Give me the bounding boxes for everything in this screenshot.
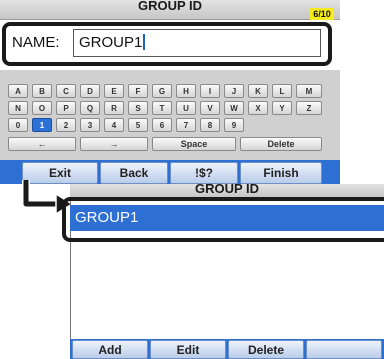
key-g[interactable]: G [152, 84, 172, 98]
key-o[interactable]: O [32, 101, 52, 115]
key-y[interactable]: Y [272, 101, 292, 115]
key-w[interactable]: W [224, 101, 244, 115]
key-z[interactable]: Z [296, 101, 322, 115]
add-softkey[interactable]: Add [72, 340, 148, 359]
key-d[interactable]: D [80, 84, 100, 98]
space-key[interactable]: Space [152, 137, 236, 151]
key-4[interactable]: 4 [104, 118, 124, 132]
cursor-left-key[interactable]: ← [8, 137, 76, 151]
key-a[interactable]: A [8, 84, 28, 98]
key-r[interactable]: R [104, 101, 124, 115]
key-h[interactable]: H [176, 84, 196, 98]
key-t[interactable]: T [152, 101, 172, 115]
key-p[interactable]: P [56, 101, 76, 115]
name-input[interactable]: GROUP1 [73, 29, 321, 57]
name-input-value: GROUP1 [79, 34, 143, 51]
delete-key[interactable]: Delete [240, 137, 322, 151]
key-s[interactable]: S [128, 101, 148, 115]
key-m[interactable]: M [296, 84, 322, 98]
key-c[interactable]: C [56, 84, 76, 98]
character-counter-badge: 6/10 [310, 8, 334, 20]
key-k[interactable]: K [248, 84, 268, 98]
key-n[interactable]: N [8, 101, 28, 115]
symbols-softkey[interactable]: !$? [170, 162, 238, 184]
key-7[interactable]: 7 [176, 118, 196, 132]
text-cursor [143, 34, 146, 50]
key-0[interactable]: 0 [8, 118, 28, 132]
key-1-selected[interactable]: 1 [32, 118, 52, 132]
empty-softkey[interactable] [306, 340, 382, 359]
key-f[interactable]: F [128, 84, 148, 98]
key-u[interactable]: U [176, 101, 196, 115]
key-8[interactable]: 8 [200, 118, 220, 132]
cursor-right-key[interactable]: → [80, 137, 148, 151]
key-9[interactable]: 9 [224, 118, 244, 132]
key-5[interactable]: 5 [128, 118, 148, 132]
key-x[interactable]: X [248, 101, 268, 115]
key-6[interactable]: 6 [152, 118, 172, 132]
key-e[interactable]: E [104, 84, 124, 98]
key-2[interactable]: 2 [56, 118, 76, 132]
name-label: NAME: [12, 34, 60, 51]
back-softkey[interactable]: Back [100, 162, 168, 184]
key-b[interactable]: B [32, 84, 52, 98]
key-j[interactable]: J [224, 84, 244, 98]
edit-softkey[interactable]: Edit [150, 340, 226, 359]
key-i[interactable]: I [200, 84, 220, 98]
screen-title: GROUP ID [70, 184, 384, 198]
key-l[interactable]: L [272, 84, 292, 98]
key-v[interactable]: V [200, 101, 220, 115]
key-q[interactable]: Q [80, 101, 100, 115]
finish-softkey[interactable]: Finish [240, 162, 322, 184]
delete-softkey[interactable]: Delete [228, 340, 304, 359]
screen-title: GROUP ID [0, 0, 340, 20]
selected-item-callout [62, 197, 384, 242]
key-3[interactable]: 3 [80, 118, 100, 132]
